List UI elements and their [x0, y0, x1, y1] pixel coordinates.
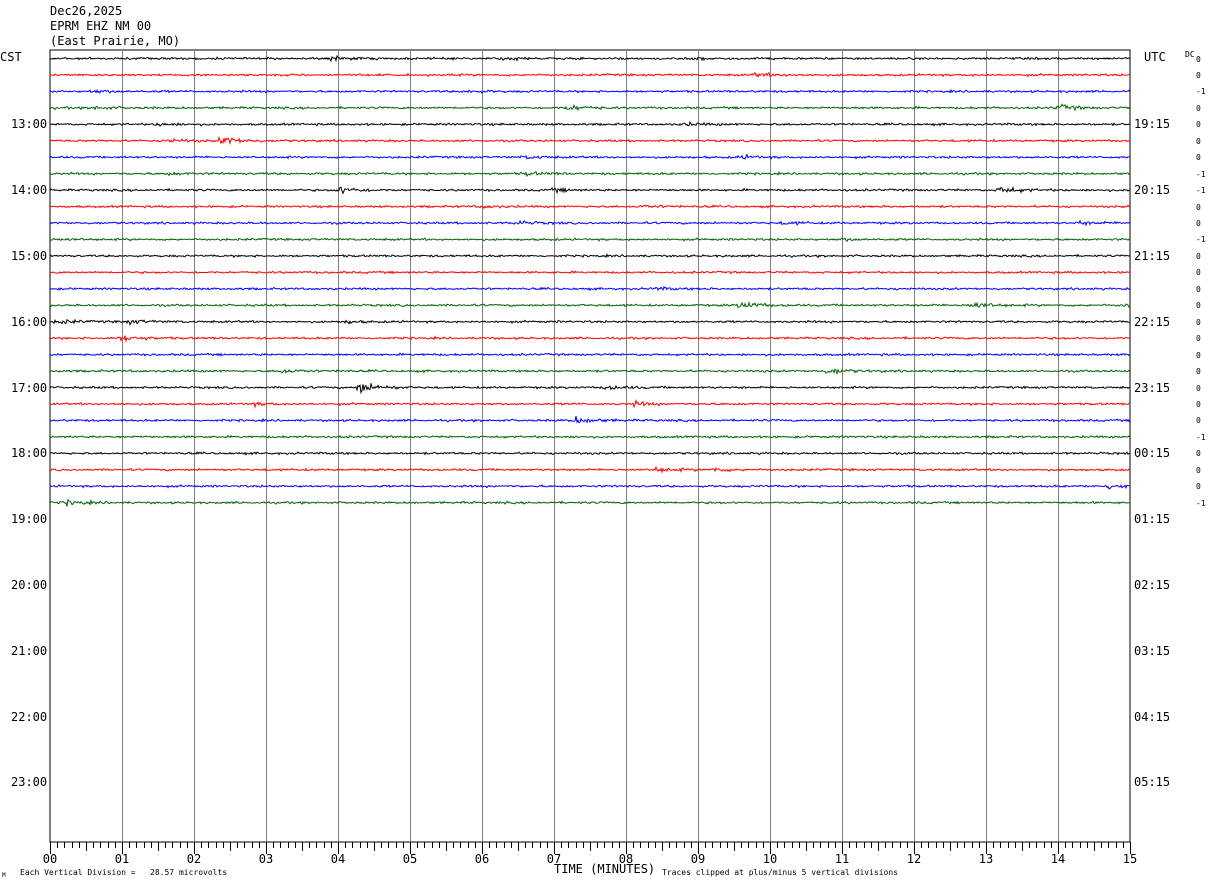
dc-offset-label: 0	[1196, 268, 1201, 278]
trace-line-red	[49, 135, 1131, 146]
left-time-label: 15:00	[11, 248, 48, 263]
right-time-label: 20:15	[1134, 183, 1171, 198]
trace-line-green	[49, 434, 1131, 439]
trace-line-blue	[49, 219, 1131, 227]
dc-offset-label: 0	[1196, 54, 1201, 64]
right-time-label: 04:15	[1134, 709, 1171, 724]
x-axis-title: TIME (MINUTES)	[554, 862, 656, 876]
x-tick-label: 09	[691, 852, 705, 866]
dc-offset-label: 0	[1196, 416, 1201, 426]
dc-offset-label: -1	[1196, 169, 1206, 179]
dc-offset-label: 0	[1196, 251, 1201, 261]
left-time-label: 13:00	[11, 117, 48, 132]
trace-line-black	[49, 383, 1131, 395]
trace-line-blue	[49, 88, 1131, 94]
dc-offset-label: -1	[1196, 498, 1206, 508]
trace-line-red	[49, 398, 1130, 409]
x-tick-label: 12	[907, 852, 921, 866]
dc-offset-label: 0	[1196, 219, 1201, 228]
right-time-label: 21:15	[1134, 248, 1171, 263]
x-tick-label: 05	[403, 852, 417, 866]
dc-offset-label: 0	[1196, 399, 1201, 409]
trace-line-green	[49, 498, 1130, 507]
right-time-label: 19:15	[1134, 117, 1171, 132]
trace-line-black	[49, 120, 1131, 127]
x-tick-label: 15	[1123, 852, 1137, 866]
trace-line-red	[49, 204, 1131, 210]
x-tick-label: 03	[259, 852, 273, 866]
left-time-label: 14:00	[11, 183, 48, 198]
clip-note: Traces clipped at plus/minus 5 vertical …	[662, 868, 899, 877]
x-tick-label: 14	[1051, 852, 1065, 866]
left-time-label: 23:00	[11, 775, 48, 790]
trace-line-blue	[49, 484, 1131, 490]
x-tick-label: 13	[979, 852, 993, 866]
trace-line-blue	[49, 285, 1131, 292]
dc-offset-label: 0	[1196, 136, 1201, 146]
right-time-label: 22:15	[1134, 314, 1171, 329]
left-time-label: 21:00	[11, 643, 48, 658]
helicorder-plot: 00 01 02 03 04 05 06 07 08 09 10 11 12 13 14 15	[43, 49, 1137, 866]
dc-offset-label: -1	[1196, 87, 1206, 97]
left-time-label: 19:00	[11, 512, 48, 527]
trace-line-black	[49, 253, 1131, 259]
x-tick-label: 02	[187, 852, 201, 866]
x-tick-label: 00	[43, 852, 57, 866]
trace-line-black	[49, 54, 1131, 63]
plot-frame	[49, 49, 1131, 843]
dc-offset-label: -1	[1196, 432, 1206, 442]
left-time-label: 16:00	[11, 314, 48, 329]
right-time-label: 02:15	[1134, 577, 1171, 592]
dc-offset-label: 0	[1196, 449, 1201, 459]
trace-line-blue	[49, 153, 1130, 161]
dc-offset-label: 0	[1196, 482, 1201, 492]
trace-line-green	[49, 103, 1131, 112]
x-tick-label: 06	[475, 852, 489, 866]
right-time-label: 00:15	[1134, 446, 1171, 461]
trace-line-green	[50, 368, 1131, 376]
trace-line-blue	[49, 415, 1131, 424]
dc-offset-label: 0	[1196, 317, 1201, 327]
dc-offset-label: 0	[1196, 301, 1201, 311]
dc-offset-label: 0	[1196, 465, 1201, 475]
dc-offset-label: 0	[1196, 383, 1201, 393]
trace-line-black	[49, 185, 1131, 195]
trace-line-green	[49, 301, 1131, 309]
trace-line-green	[49, 170, 1131, 177]
left-time-label: 22:00	[11, 709, 48, 724]
x-tick-label: 10	[763, 852, 777, 866]
x-tick-label: 01	[115, 852, 129, 866]
trace-line-red	[49, 270, 1131, 275]
right-time-label: 01:15	[1134, 512, 1171, 527]
dc-offset-label: 0	[1196, 202, 1201, 212]
right-time-label: 23:15	[1134, 380, 1171, 395]
trace-line-blue	[49, 352, 1131, 357]
dc-offset-label: 0	[1196, 367, 1201, 377]
left-time-label: 18:00	[11, 446, 48, 461]
trace-line-red	[49, 335, 1131, 343]
trace-line-black	[49, 318, 1131, 326]
left-time-label: 17:00	[11, 380, 48, 395]
dc-offset-label: 0	[1196, 153, 1201, 163]
trace-line-red	[49, 465, 1131, 474]
trace-line-red	[49, 71, 1131, 79]
dc-offset-label: 0	[1196, 103, 1201, 113]
left-time-label: 20:00	[11, 577, 48, 592]
trace-line-black	[49, 451, 1131, 456]
scale-note: Each Vertical Division = 28.57 microvolt…	[20, 868, 228, 877]
dc-offset-label: 0	[1196, 70, 1201, 80]
dc-offset-label: 0	[1196, 350, 1201, 360]
dc-offset-label: 0	[1196, 334, 1201, 344]
x-tick-label: 04	[331, 852, 345, 866]
right-time-label: 03:15	[1134, 643, 1171, 658]
x-tick-label: 11	[835, 852, 849, 866]
dc-offset-label: 0	[1196, 120, 1201, 130]
right-time-label: 05:15	[1134, 775, 1171, 790]
dc-offset-label: -1	[1196, 235, 1206, 245]
corner-mark: M	[2, 872, 6, 879]
dc-offset-label: 0	[1196, 284, 1201, 294]
dc-offset-label: -1	[1196, 186, 1206, 196]
trace-line-green	[49, 237, 1131, 243]
